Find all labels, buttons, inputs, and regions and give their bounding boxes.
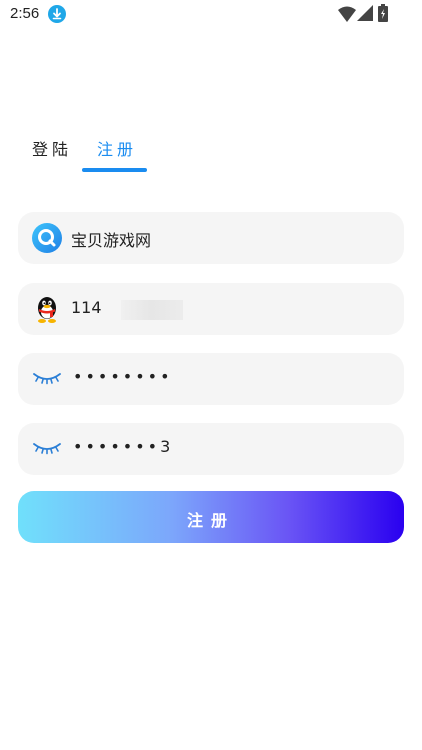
- eye-closed-icon[interactable]: [32, 441, 62, 455]
- redacted-region: [121, 300, 183, 320]
- site-field[interactable]: 宝贝游戏网: [18, 212, 404, 264]
- qq-number-text: 114: [71, 298, 102, 317]
- status-bar: 2:56: [0, 0, 422, 28]
- wifi-icon: [338, 6, 356, 22]
- status-time: 2:56: [10, 5, 40, 22]
- active-tab-indicator: [82, 168, 147, 172]
- download-icon: [48, 5, 66, 23]
- tab-register[interactable]: 注册: [97, 136, 137, 160]
- password-value: ••••••••: [73, 367, 173, 386]
- search-logo-icon: [32, 223, 62, 253]
- battery-icon: [378, 4, 388, 22]
- register-button-label: 注册: [186, 513, 235, 530]
- site-name-text: 宝贝游戏网: [71, 231, 152, 250]
- qq-penguin-icon: [38, 297, 56, 323]
- signal-icon: [357, 5, 373, 21]
- confirm-password-field[interactable]: •••••••3: [18, 423, 404, 475]
- register-button[interactable]: 注册: [18, 491, 404, 543]
- eye-closed-icon[interactable]: [32, 371, 62, 385]
- auth-tabs: 登陆 注册: [0, 128, 422, 176]
- tab-login[interactable]: 登陆: [32, 136, 72, 160]
- password-field[interactable]: ••••••••: [18, 353, 404, 405]
- qq-field[interactable]: 114: [18, 283, 404, 335]
- confirm-password-value: •••••••3: [73, 437, 174, 456]
